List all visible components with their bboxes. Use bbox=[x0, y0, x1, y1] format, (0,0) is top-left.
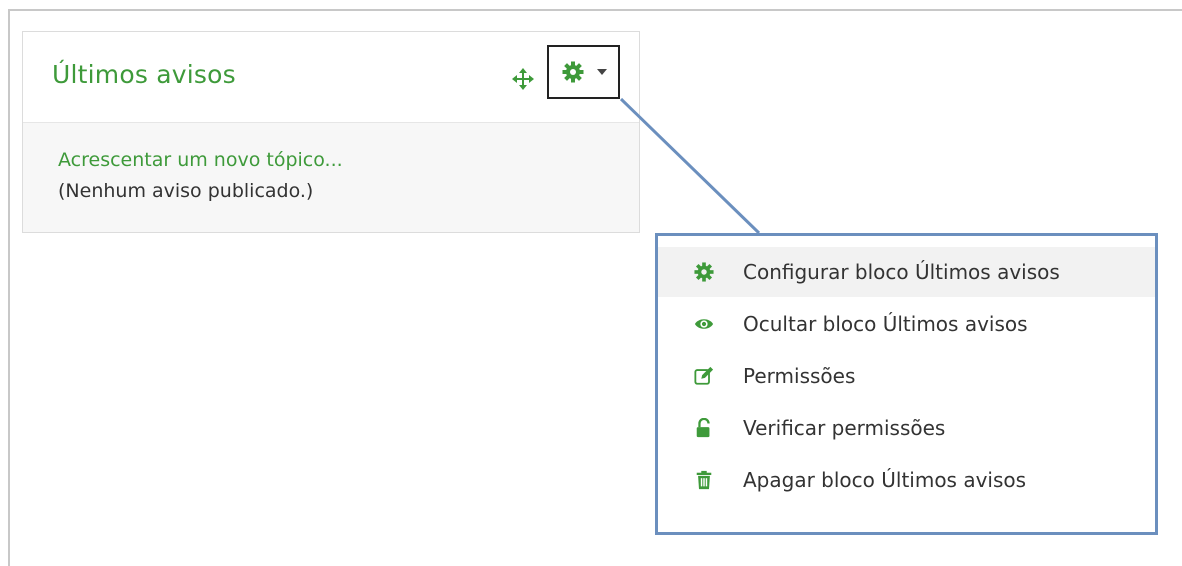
menu-item-hide[interactable]: Ocultar bloco Últimos avisos bbox=[658, 299, 1155, 349]
menu-item-label: Ocultar bloco Últimos avisos bbox=[743, 312, 1028, 336]
menu-item-label: Permissões bbox=[743, 364, 856, 388]
menu-item-delete[interactable]: Apagar bloco Últimos avisos bbox=[658, 455, 1155, 505]
menu-item-permissions[interactable]: Permissões bbox=[658, 351, 1155, 401]
move-arrows-icon[interactable] bbox=[512, 68, 534, 90]
menu-item-label: Verificar permissões bbox=[743, 416, 946, 440]
trash-icon bbox=[696, 470, 712, 490]
menu-item-configure[interactable]: Configurar bloco Últimos avisos bbox=[658, 247, 1155, 297]
window-top-border bbox=[8, 9, 1182, 11]
empty-notices-message: (Nenhum aviso publicado.) bbox=[58, 180, 314, 202]
gear-icon bbox=[694, 262, 714, 282]
menu-item-label: Configurar bloco Últimos avisos bbox=[743, 260, 1060, 284]
eye-icon bbox=[694, 319, 714, 329]
window-left-border bbox=[8, 9, 10, 566]
block-header: Últimos avisos bbox=[23, 32, 639, 123]
add-new-topic-link[interactable]: Acrescentar um novo tópico... bbox=[58, 149, 343, 171]
menu-item-label: Apagar bloco Últimos avisos bbox=[743, 468, 1027, 492]
block-title: Últimos avisos bbox=[52, 60, 236, 89]
edit-icon bbox=[694, 366, 714, 385]
gear-icon bbox=[562, 61, 584, 83]
block-actions-dropdown: Configurar bloco Últimos avisos Ocultar … bbox=[655, 233, 1158, 535]
chevron-down-icon bbox=[597, 69, 607, 75]
block-actions-menu-button[interactable] bbox=[547, 45, 620, 99]
menu-item-check-permissions[interactable]: Verificar permissões bbox=[658, 403, 1155, 453]
unlock-icon bbox=[696, 418, 710, 438]
latest-news-block: Últimos avisos Acrescentar um novo tópic… bbox=[22, 31, 640, 233]
block-content: Acrescentar um novo tópico... (Nenhum av… bbox=[23, 123, 639, 232]
